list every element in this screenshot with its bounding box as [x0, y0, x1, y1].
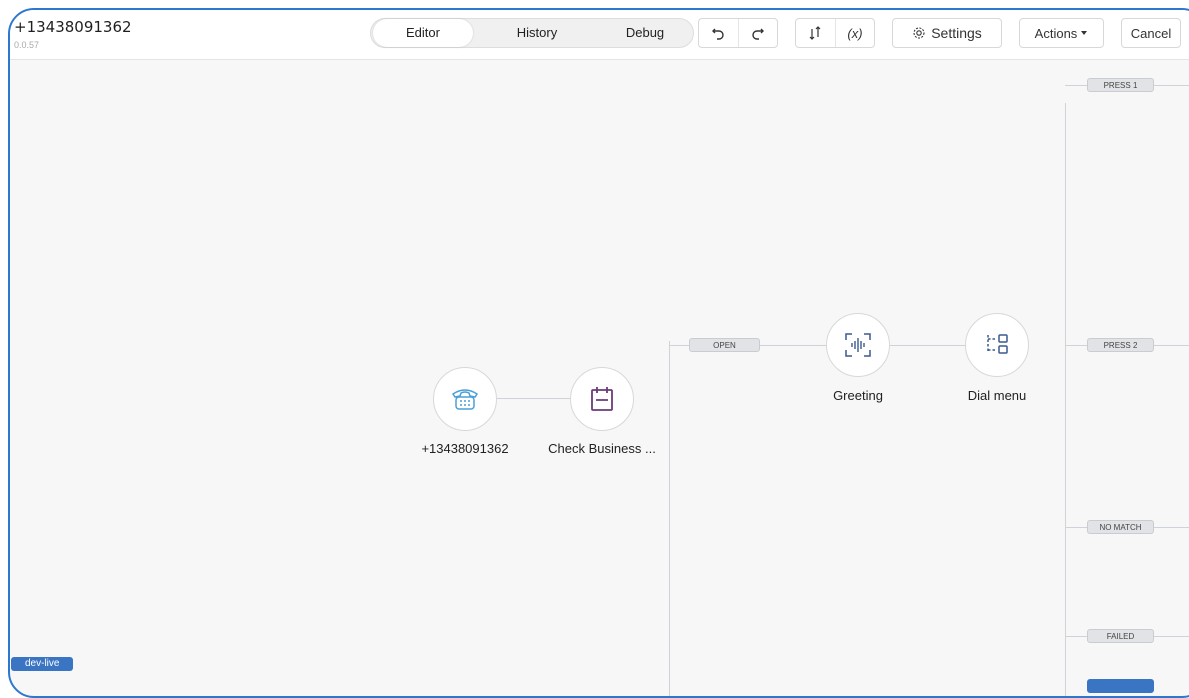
node-dial-menu-label: Dial menu	[967, 388, 1027, 403]
connector-vertical	[669, 341, 670, 696]
tab-editor[interactable]: Editor	[373, 19, 473, 47]
variables-button[interactable]: (x)	[834, 19, 874, 47]
node-check-business-hours[interactable]	[570, 367, 634, 431]
top-bar: +13438091362 0.0.57 Editor History Debug…	[10, 10, 1189, 60]
sort-button[interactable]	[796, 19, 835, 47]
branch-press-2[interactable]: PRESS 2	[1087, 338, 1154, 352]
connector	[1154, 636, 1189, 637]
branch-press-1[interactable]: PRESS 1	[1087, 78, 1154, 92]
undo-button[interactable]	[699, 19, 738, 47]
tab-history[interactable]: History	[489, 19, 585, 47]
connector	[1065, 85, 1087, 86]
node-phone-label: +13438091362	[421, 441, 509, 456]
tools-group: (x)	[795, 18, 875, 48]
caret-down-icon	[1081, 31, 1088, 35]
connector	[890, 345, 965, 346]
connector	[1065, 345, 1087, 346]
cancel-button-wrap: Cancel	[1121, 18, 1181, 48]
connector	[1065, 636, 1087, 637]
settings-label: Settings	[931, 25, 982, 41]
branch-next[interactable]	[1087, 679, 1154, 693]
node-phone[interactable]	[433, 367, 497, 431]
settings-button[interactable]: Settings	[893, 19, 1001, 47]
flow-title: +13438091362	[14, 18, 132, 36]
calendar-icon	[591, 387, 613, 411]
redo-icon	[752, 28, 764, 40]
environment-badge: dev-live	[11, 657, 74, 671]
node-check-business-label: Check Business ...	[548, 441, 656, 456]
settings-button-wrap: Settings	[892, 18, 1002, 48]
actions-dropdown-wrap: Actions	[1019, 18, 1104, 48]
view-tabs: Editor History Debug	[370, 18, 694, 48]
actions-dropdown[interactable]: Actions	[1020, 19, 1103, 47]
redo-button[interactable]	[737, 19, 777, 47]
gear-icon	[913, 27, 925, 39]
connector	[496, 398, 570, 399]
connector	[760, 345, 826, 346]
phone-icon	[451, 389, 479, 410]
connector	[669, 345, 689, 346]
tab-debug[interactable]: Debug	[597, 19, 693, 47]
cancel-button[interactable]: Cancel	[1122, 19, 1180, 47]
connector	[1154, 527, 1189, 528]
flow-version: 0.0.57	[14, 40, 40, 50]
actions-label: Actions	[1034, 25, 1078, 41]
history-controls	[698, 18, 778, 48]
flow-canvas[interactable]: OPEN PRESS 1 PRESS 2 NO MATCH FAILED +13…	[10, 59, 1189, 696]
dial-menu-icon	[987, 334, 1008, 354]
branch-open[interactable]: OPEN	[689, 338, 760, 352]
branch-no-match[interactable]: NO MATCH	[1087, 520, 1154, 534]
branch-failed[interactable]: FAILED	[1087, 629, 1154, 643]
connector	[1065, 527, 1087, 528]
node-greeting-label: Greeting	[833, 388, 883, 403]
connector	[1154, 345, 1189, 346]
audio-wave-icon	[845, 333, 871, 357]
undo-icon	[712, 28, 725, 40]
connector	[1154, 85, 1189, 86]
sort-arrows-icon	[810, 26, 821, 40]
node-greeting[interactable]	[826, 313, 890, 377]
connector-vertical	[1065, 103, 1066, 696]
node-dial-menu[interactable]	[965, 313, 1029, 377]
app-window: +13438091362 0.0.57 Editor History Debug…	[8, 8, 1189, 698]
